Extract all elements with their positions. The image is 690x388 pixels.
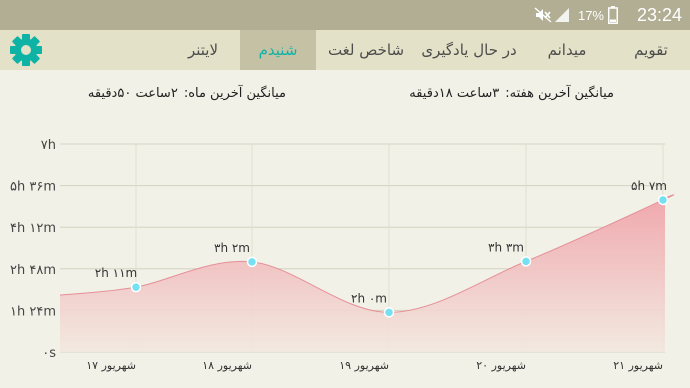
tab-bar: تقویم میدانم در حال یادگیری شاخص لغت شنی… bbox=[0, 30, 690, 70]
clock: 23:24 bbox=[636, 4, 682, 25]
status-bar: 17% 23:24 bbox=[0, 0, 690, 30]
y-tick-label: ۴h ۱۲m bbox=[10, 221, 56, 236]
battery-icon bbox=[608, 0, 618, 30]
data-point[interactable] bbox=[520, 256, 532, 267]
data-label: ۵h ۷m bbox=[631, 179, 667, 193]
data-label: ۲h ۱۱m bbox=[95, 266, 137, 280]
monthly-average-label: میانگین آخرین ماه: bbox=[183, 86, 286, 101]
weekly-average-label: میانگین آخرین هفته: bbox=[505, 86, 614, 101]
data-point[interactable] bbox=[246, 256, 258, 268]
x-tick-label: ۱۷ شهریور bbox=[86, 359, 136, 372]
area-fill bbox=[60, 194, 674, 352]
tab-leitner[interactable]: لایتنر bbox=[168, 30, 238, 70]
monthly-average: میانگین آخرین ماه: ۲ساعت ۵۰دقیقه bbox=[88, 86, 286, 101]
tab-learning[interactable]: در حال یادگیری bbox=[416, 30, 522, 70]
data-label: ۳h ۳m bbox=[488, 240, 524, 254]
weekly-average: میانگین آخرین هفته: ۳ساعت ۱۸دقیقه bbox=[409, 86, 614, 101]
signal-icon bbox=[554, 0, 570, 30]
y-tick-label: ۲h ۴۸m bbox=[10, 263, 56, 278]
tab-word-index[interactable]: شاخص لغت bbox=[318, 30, 414, 70]
data-label: ۲h ۰m bbox=[351, 291, 387, 305]
data-point[interactable] bbox=[130, 281, 142, 293]
y-tick-label: ۰s bbox=[42, 346, 56, 361]
data-label: ۳h ۲m bbox=[214, 241, 250, 255]
data-point[interactable] bbox=[657, 194, 669, 206]
x-tick-label: ۱۸ شهریور bbox=[202, 359, 252, 372]
battery-percent: 17% bbox=[577, 7, 604, 23]
gear-icon[interactable] bbox=[8, 32, 44, 68]
x-tick-label: ۲۰ شهریور bbox=[476, 359, 526, 372]
monthly-average-value: ۲ساعت ۵۰دقیقه bbox=[87, 86, 178, 101]
mute-icon bbox=[534, 0, 552, 30]
data-point[interactable] bbox=[383, 307, 395, 318]
y-tick-label: ۷h bbox=[41, 138, 56, 153]
tab-known[interactable]: میدانم bbox=[524, 30, 610, 70]
tab-heard[interactable]: شنیدم bbox=[240, 30, 316, 70]
x-tick-label: ۲۱ شهریور bbox=[613, 359, 663, 372]
listening-time-chart: ۰s ۱h ۲۴m ۲h ۴۸m ۴h ۱۲m ۵h ۳۶m ۷h ۱۷ شهریور ۱۸ … bbox=[10, 138, 675, 372]
x-tick-label: ۱۹ شهریور bbox=[339, 359, 389, 372]
y-tick-label: ۵h ۳۶m bbox=[10, 180, 56, 195]
weekly-average-value: ۳ساعت ۱۸دقیقه bbox=[409, 86, 500, 101]
tab-calendar[interactable]: تقویم bbox=[612, 30, 690, 70]
y-tick-label: ۱h ۲۴m bbox=[10, 304, 56, 319]
